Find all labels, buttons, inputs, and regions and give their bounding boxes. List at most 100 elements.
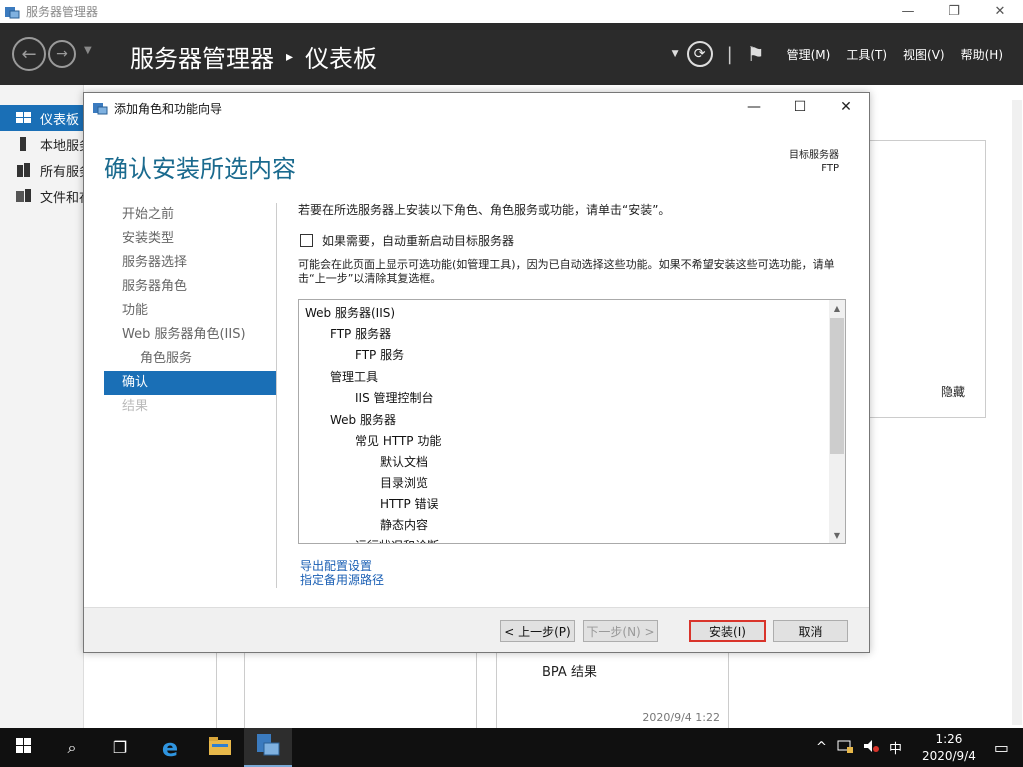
scroll-thumb[interactable] [830,318,844,454]
page-title: 确认安装所选内容 [104,155,296,183]
clock[interactable]: 1:26 2020/9/4 [922,731,976,765]
task-view-icon: ❐ [112,738,128,757]
restart-option[interactable]: 如果需要，自动重新启动目标服务器 [298,232,846,249]
window-title: 服务器管理器 [26,5,99,19]
dashboard-icon [16,111,32,125]
breadcrumb-separator-icon: ▸ [286,48,294,65]
alternate-source-link[interactable]: 指定备用源路径 [300,573,384,587]
close-button[interactable]: ✕ [977,0,1023,23]
add-roles-wizard-dialog: 添加角色和功能向导 — ☐ ✕ 确认安装所选内容 目标服务器 FTP 开始之前 … [83,92,870,653]
list-item: HTTP 错误 [380,497,439,511]
dialog-minimize-button[interactable]: — [731,93,777,121]
list-item: FTP 服务 [355,348,405,362]
server-manager-header: ← → ▼ 服务器管理器 ▸ 仪表板 ▼ ⟳ | ⚑ 管理(M) 工具(T) 视… [0,23,1023,85]
breadcrumb-root[interactable]: 服务器管理器 [130,39,274,74]
selected-features-list: Web 服务器(IIS) FTP 服务器 FTP 服务 管理工具 IIS 管理控… [298,299,846,544]
tray-overflow-icon[interactable]: ^ [816,740,827,755]
hide-link[interactable]: 隐藏 [941,383,965,400]
file-explorer-button[interactable] [196,728,244,767]
ime-indicator[interactable]: 中 [889,738,902,757]
sidebar-item-label: 文件和存储服务 [40,190,83,206]
sidebar-item-all-servers[interactable]: 所有服务器 [0,157,83,183]
sidebar-item-label: 所有服务器 [40,164,83,180]
step-web-server-role[interactable]: Web 服务器角色(IIS) [104,323,276,347]
server-manager-taskbar-icon [256,733,280,760]
file-storage-icon [16,189,32,203]
bpa-results-label[interactable]: BPA 结果 [542,661,597,680]
cancel-button[interactable]: 取消 [773,620,848,642]
install-button[interactable]: 安装(I) [689,620,766,642]
step-server-selection[interactable]: 服务器选择 [104,251,276,275]
list-item: 目录浏览 [380,476,429,490]
sidebar: 仪表板 本地服务器 所有服务器 文件和存储服务 [0,85,84,728]
list-item: Web 服务器 [330,413,396,427]
refresh-button[interactable]: ⟳ [686,41,713,67]
refresh-icon: ⟳ [693,46,706,62]
step-features[interactable]: 功能 [104,299,276,323]
dashboard-scrollbar[interactable] [1012,100,1022,725]
file-explorer-icon [209,736,231,759]
step-before-you-begin[interactable]: 开始之前 [104,203,276,227]
window-titlebar: 服务器管理器 — ❐ ✕ [0,0,1023,23]
config-links: 导出配置设置 指定备用源路径 [300,559,384,587]
dialog-title: 添加角色和功能向导 [114,101,223,116]
step-server-roles[interactable]: 服务器角色 [104,275,276,299]
sidebar-item-dashboard[interactable]: 仪表板 [0,105,83,131]
header-divider: | [726,43,733,65]
task-view-button[interactable]: ❐ [96,728,144,767]
wizard-steps: 开始之前 安装类型 服务器选择 服务器角色 功能 Web 服务器角色(IIS) … [104,203,276,419]
features-scrollbar[interactable]: ▲ ▼ [829,300,845,543]
server-tile-2: BPA 结果 2020/9/4 1:22 [496,645,729,735]
notifications-icon[interactable]: ▭ [994,738,1009,757]
menu-view[interactable]: 视图(V) [903,46,945,63]
breadcrumb-current: 仪表板 [305,45,378,73]
optional-features-note: 可能会在此页面上显示可选功能(如管理工具)，因为已自动选择这些功能。如果不希望安… [298,258,835,285]
step-installation-type[interactable]: 安装类型 [104,227,276,251]
restart-label[interactable]: 如果需要，自动重新启动目标服务器 [322,232,514,249]
dialog-close-button[interactable]: ✕ [823,93,869,121]
list-item: 运行状况和诊断 [305,536,441,543]
volume-muted-icon[interactable] [863,739,879,757]
refresh-dropdown-icon[interactable]: ▼ [672,49,679,59]
confirmation-content: 若要在所选服务器上安装以下角色、角色服务或功能，请单击“安装”。 如果需要，自动… [298,201,846,286]
list-item: 默认文档 [380,455,429,469]
sidebar-item-file-storage[interactable]: 文件和存储服务 [0,183,83,209]
back-arrow-icon: ← [21,43,37,65]
search-button[interactable]: ⌕ [48,728,96,767]
dialog-titlebar: 添加角色和功能向导 — ☐ ✕ [84,93,869,123]
minimize-button[interactable]: — [885,0,931,23]
system-tray: ^ 中 1:26 2020/9/4 ▭ [816,728,1023,767]
back-button[interactable]: ← [12,37,46,71]
dialog-footer: < 上一步(P) 下一步(N) > 安装(I) 取消 [84,607,869,652]
menu-manage[interactable]: 管理(M) [787,46,831,63]
tile-timestamp: 2020/9/4 1:22 [642,711,720,724]
network-icon[interactable] [837,739,853,757]
step-confirmation[interactable]: 确认 [104,371,276,395]
menu-help[interactable]: 帮助(H) [961,46,1003,63]
history-dropdown-icon[interactable]: ▼ [84,45,92,56]
server-manager-icon [4,5,20,19]
sidebar-item-label: 本地服务器 [40,138,83,154]
ie-button[interactable]: e [146,728,194,767]
forward-arrow-icon: → [56,46,68,62]
step-role-services[interactable]: 角色服务 [104,347,276,371]
windows-start-icon [16,737,32,758]
notifications-flag-icon[interactable]: ⚑ [747,42,765,66]
previous-button[interactable]: < 上一步(P) [500,620,575,642]
list-item: Web 服务器(IIS) [305,306,396,320]
sidebar-item-local-server[interactable]: 本地服务器 [0,131,83,157]
start-button[interactable] [0,728,48,767]
dialog-maximize-button[interactable]: ☐ [777,93,823,121]
scroll-up-icon[interactable]: ▲ [829,300,845,316]
forward-button[interactable]: → [48,40,76,68]
breadcrumb: 服务器管理器 ▸ 仪表板 [130,39,377,74]
local-server-icon [16,137,32,151]
restart-checkbox[interactable] [300,234,313,247]
list-item: 常见 HTTP 功能 [355,434,442,448]
export-config-link[interactable]: 导出配置设置 [300,559,384,573]
restore-button[interactable]: ❐ [931,0,977,23]
menu-tools[interactable]: 工具(T) [846,46,887,63]
server-tile-1 [244,645,477,735]
server-manager-taskbar-button[interactable] [244,728,292,767]
scroll-down-icon[interactable]: ▼ [829,527,845,543]
